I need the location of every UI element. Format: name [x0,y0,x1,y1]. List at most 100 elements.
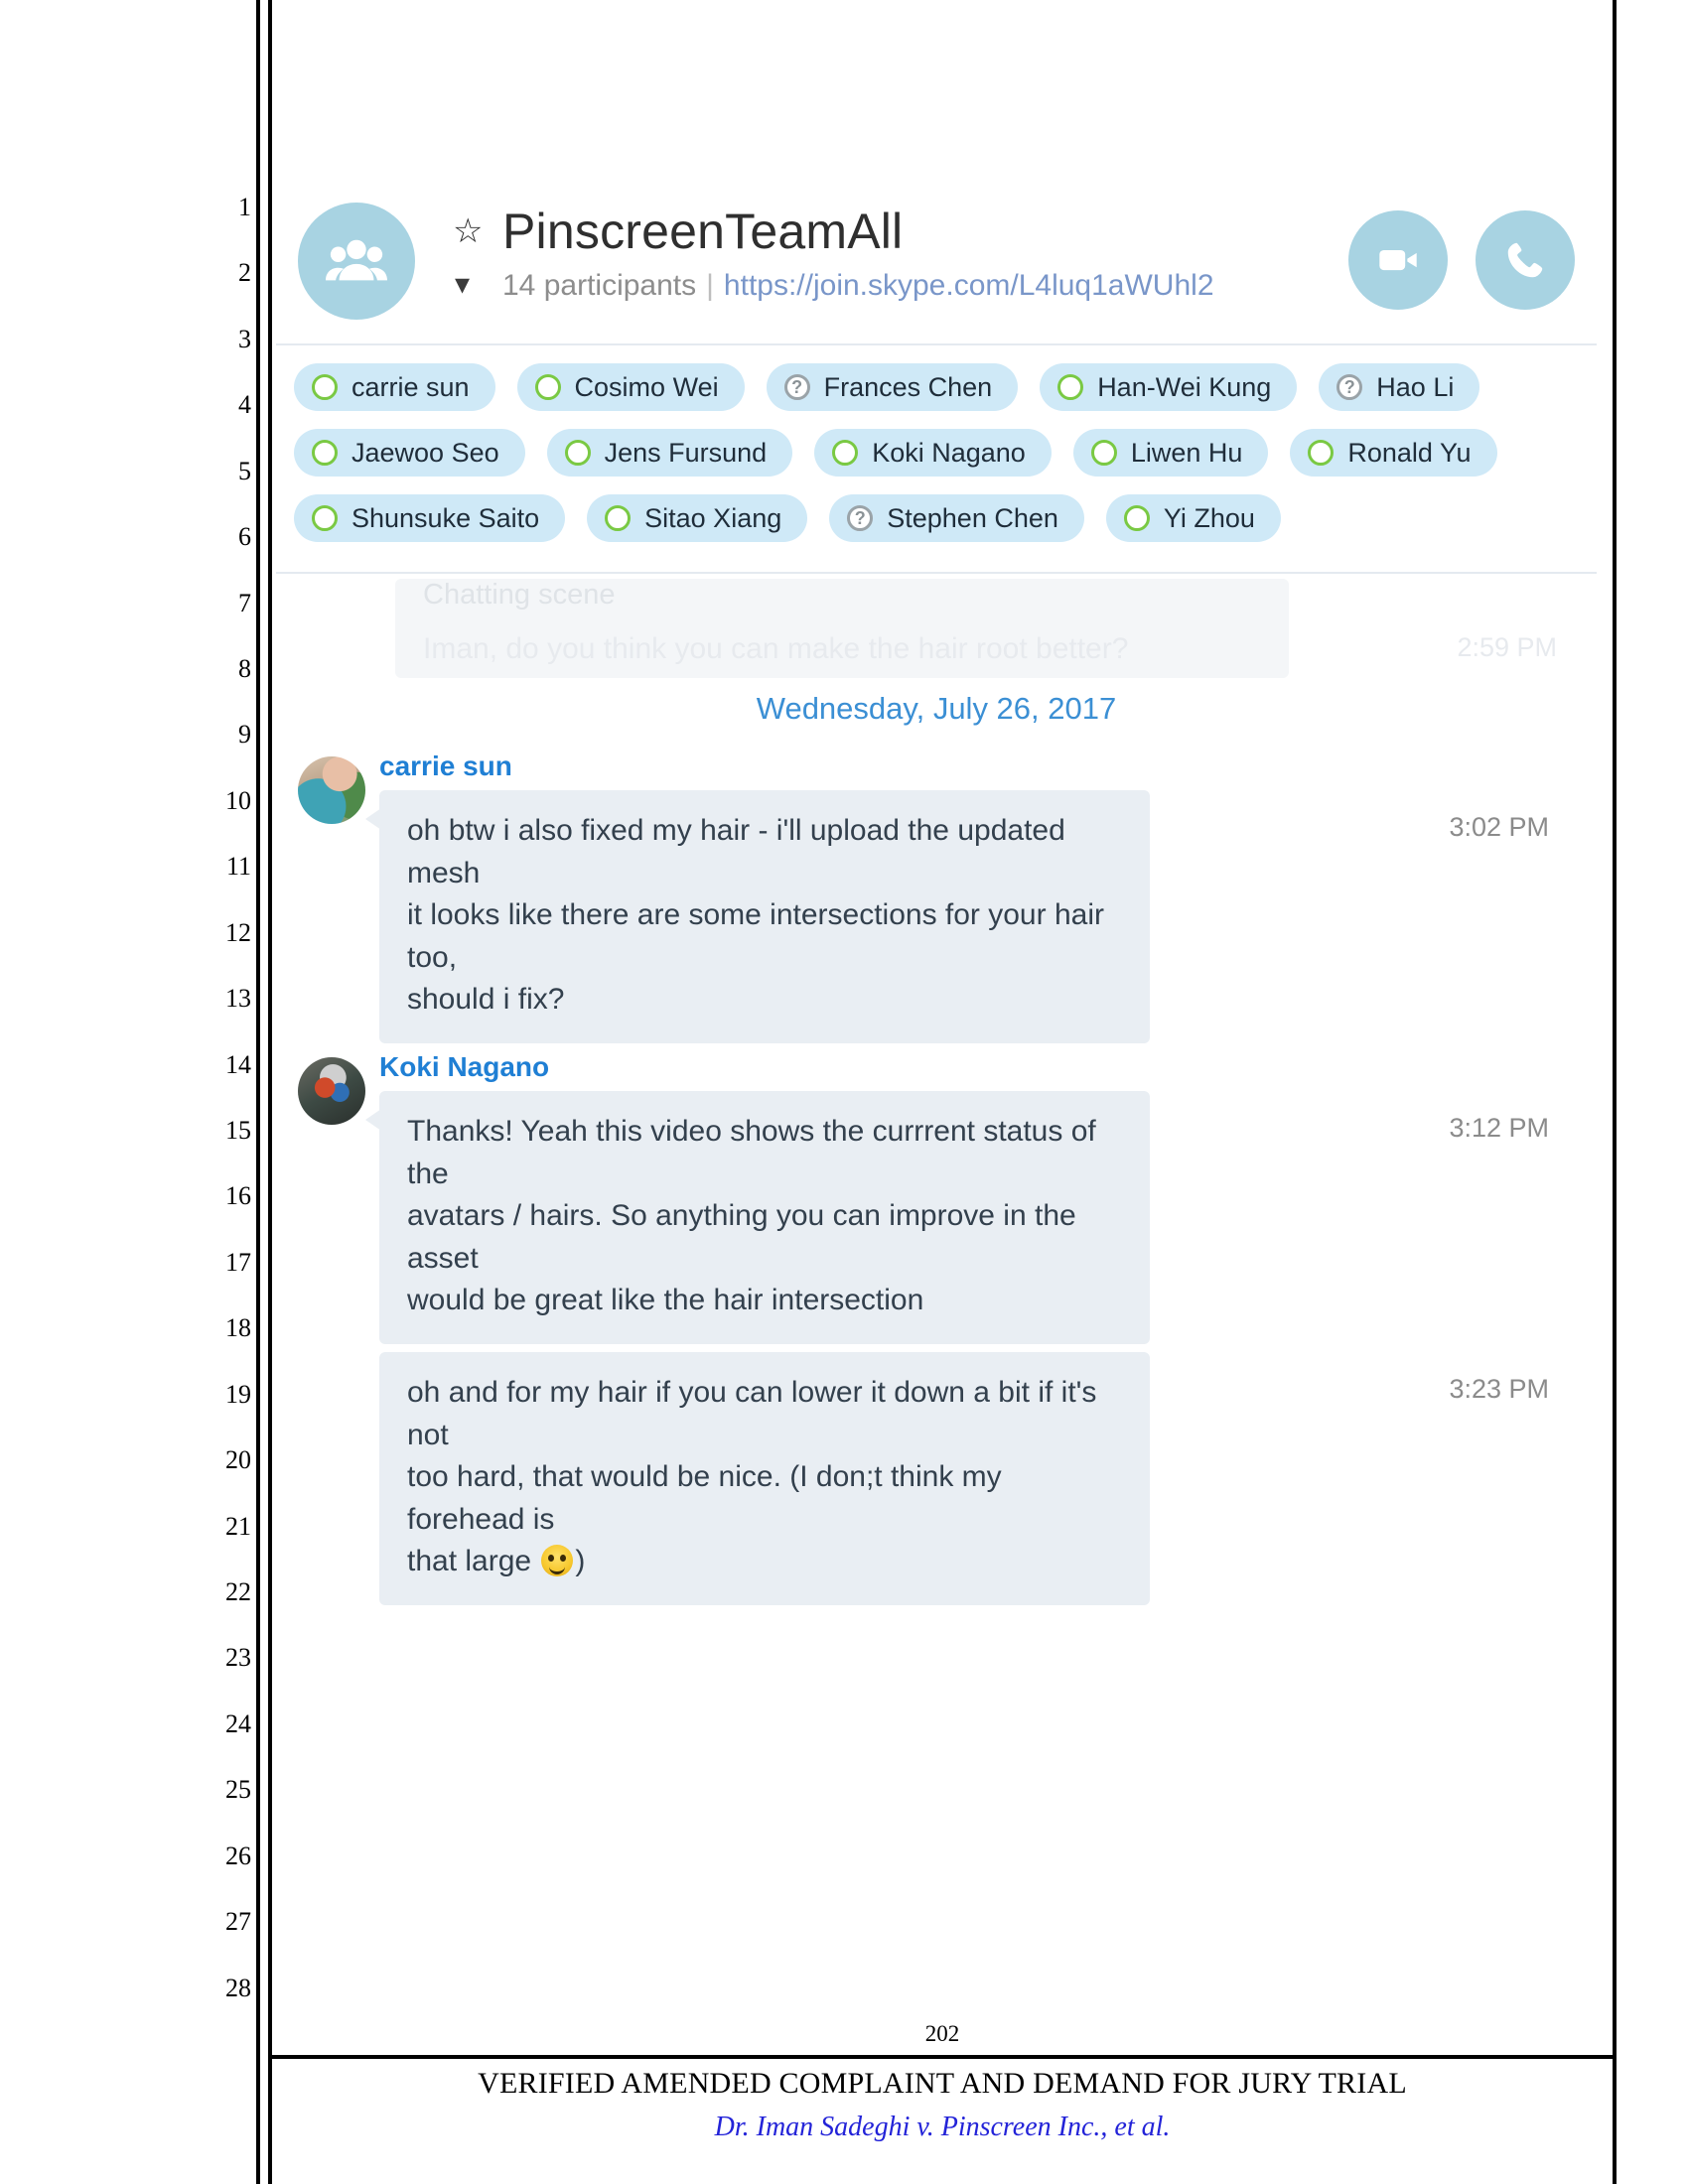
message-timestamp: 3:02 PM [1449,812,1549,842]
pleading-right-rule [1613,0,1617,2184]
chat-subtitle: 14 participants | https://join.skype.com/L… [502,269,1214,303]
status-unknown-icon: ? [847,505,874,531]
message-bubble-wrap: Thanks! Yeah this video shows the currre… [365,1090,1597,1344]
message-sender-name: Koki Nagano [379,1050,550,1082]
participant-chip[interactable]: Yi Zhou [1105,494,1281,542]
faded-title: Chatting scene [423,579,616,611]
participant-chip[interactable]: carrie sun [294,363,495,411]
pleading-line-number: 26 [225,1841,251,1870]
status-online-icon [832,440,859,466]
status-online-icon [312,374,338,400]
pleading-line-number: 22 [225,1577,251,1606]
people-icon [298,203,415,320]
pleading-line-number: 10 [225,785,251,815]
pleading-line-number: 6 [238,522,251,552]
participant-chip[interactable]: Shunsuke Saito [294,494,566,542]
pleading-line-number: 15 [225,1116,251,1145]
message-line: avatars / hairs. So anything you can imp… [407,1199,1076,1275]
footer-rule [268,2055,1617,2059]
participant-chip[interactable]: ? Hao Li [1319,363,1480,411]
status-online-icon [1057,374,1084,400]
participant-chip[interactable]: Jens Fursund [546,429,793,477]
status-online-icon [605,505,632,531]
status-online-icon [1308,440,1335,466]
participants-divider [276,572,1597,574]
pleading-line-number: 2 [238,258,251,288]
message-block: Thanks! Yeah this video shows the currre… [276,1090,1597,1344]
message-group: carrie sun oh btw i also fixed my hair - … [276,751,1597,1043]
participant-chip-list: carrie sun Cosimo Wei ? Frances Chen Han-Wei… [294,363,1585,560]
subtitle-separator: | [706,269,714,302]
pleading-line-number: 8 [238,654,251,683]
participant-chip[interactable]: ? Stephen Chen [829,494,1084,542]
message-bubble[interactable]: oh btw i also fixed my hair - i'll uploa… [365,790,1150,1043]
message-group: Koki Nagano Thanks! Yeah this video shows… [276,1051,1597,1605]
pleading-line-number: 24 [225,1708,251,1738]
message-bubble[interactable]: oh and for my hair if you can lower it d… [379,1351,1150,1605]
join-url-link[interactable]: https://join.skype.com/L4luq1aWUhl2 [724,269,1214,302]
participant-chip-row: Jaewoo Seo Jens Fursund Koki Nagano Liwen H… [294,429,1585,477]
participant-chip-row: carrie sun Cosimo Wei ? Frances Chen Han-Wei… [294,363,1585,411]
phone-icon[interactable] [1476,210,1575,310]
pleading-line-number: 17 [225,1247,251,1277]
participant-chip[interactable]: Ronald Yu [1290,429,1497,477]
date-divider: Wednesday, July 26, 2017 [756,691,1117,726]
faded-timestamp: 2:59 PM [1457,632,1557,662]
participant-name: Liwen Hu [1130,437,1243,468]
message-bubble[interactable]: Thanks! Yeah this video shows the currre… [365,1090,1150,1344]
participant-chip-row: Shunsuke Saito Sitao Xiang ? Stephen Chen Yi… [294,494,1585,542]
message-line: oh and for my hair if you can lower it d… [407,1375,1097,1451]
footer-title: VERIFIED AMENDED COMPLAINT AND DEMAND FO… [478,2067,1407,2100]
participant-chip[interactable]: ? Frances Chen [766,363,1019,411]
pleading-line-number: 11 [225,852,251,882]
pleading-line-number: 21 [225,1511,251,1541]
pleading-line-number: 12 [225,917,251,947]
status-online-icon [1123,505,1150,531]
participant-name: Shunsuke Saito [352,502,540,533]
message-line: should i fix? [407,983,565,1017]
pleading-line-number: 19 [225,1379,251,1409]
participant-chip[interactable]: Sitao Xiang [587,494,808,542]
star-icon[interactable]: ☆ [453,214,487,248]
header-divider [276,343,1597,345]
status-unknown-icon: ? [783,374,810,400]
video-camera-icon[interactable] [1348,210,1448,310]
message-line: oh btw i also fixed my hair - i'll uploa… [407,814,1065,889]
pleading-line-number: 13 [225,984,251,1014]
status-online-icon [564,440,591,466]
message-block: oh btw i also fixed my hair - i'll uploa… [276,790,1597,1043]
pleading-line-number: 5 [238,456,251,485]
message-line: it looks like there are some intersectio… [407,898,1104,974]
skype-header: ☆ PinscreenTeamAll ▾ 14 participants | htt… [276,175,1597,345]
participant-name: Koki Nagano [872,437,1026,468]
status-online-icon [534,374,561,400]
participant-name: Cosimo Wei [574,371,719,402]
pleading-line-number: 4 [238,390,251,420]
pleading-line-number: 23 [225,1643,251,1673]
chevron-down-icon[interactable]: ▾ [455,270,470,300]
participant-chip[interactable]: Koki Nagano [814,429,1052,477]
participant-name: Han-Wei Kung [1097,371,1272,402]
pleading-line-number: 7 [238,588,251,617]
participant-chip[interactable]: Han-Wei Kung [1040,363,1298,411]
participants-count: 14 participants [502,269,697,302]
chat-title: PinscreenTeamAll [502,204,904,259]
status-online-icon [312,505,338,531]
participant-name: carrie sun [352,371,470,402]
participant-chip[interactable]: Jaewoo Seo [294,429,525,477]
scrolled-previous-message: Chatting scene Iman, do you think you ca… [276,577,1597,681]
pleading-line-number: 25 [225,1775,251,1805]
participant-chip[interactable]: Liwen Hu [1072,429,1269,477]
message-sender-name: carrie sun [379,751,512,781]
message-line: too hard, that would be nice. (I don;t t… [407,1460,1002,1536]
message-line: that large ) [407,1545,586,1578]
pleading-page: 1 2 3 4 5 6 7 8 9 10 11 12 13 14 15 16 17 18 19 20 21 22 23 24 2… [0,0,1688,2184]
message-line: Thanks! Yeah this video shows the currre… [407,1114,1096,1190]
participant-name: Hao Li [1376,371,1455,402]
pleading-line-number: 18 [225,1313,251,1343]
participant-name: Ronald Yu [1347,437,1472,468]
pleading-left-rule-outer [256,0,260,2184]
smiley-face-emoji [541,1545,574,1577]
pleading-left-rule-inner [268,0,272,2184]
participant-chip[interactable]: Cosimo Wei [516,363,745,411]
